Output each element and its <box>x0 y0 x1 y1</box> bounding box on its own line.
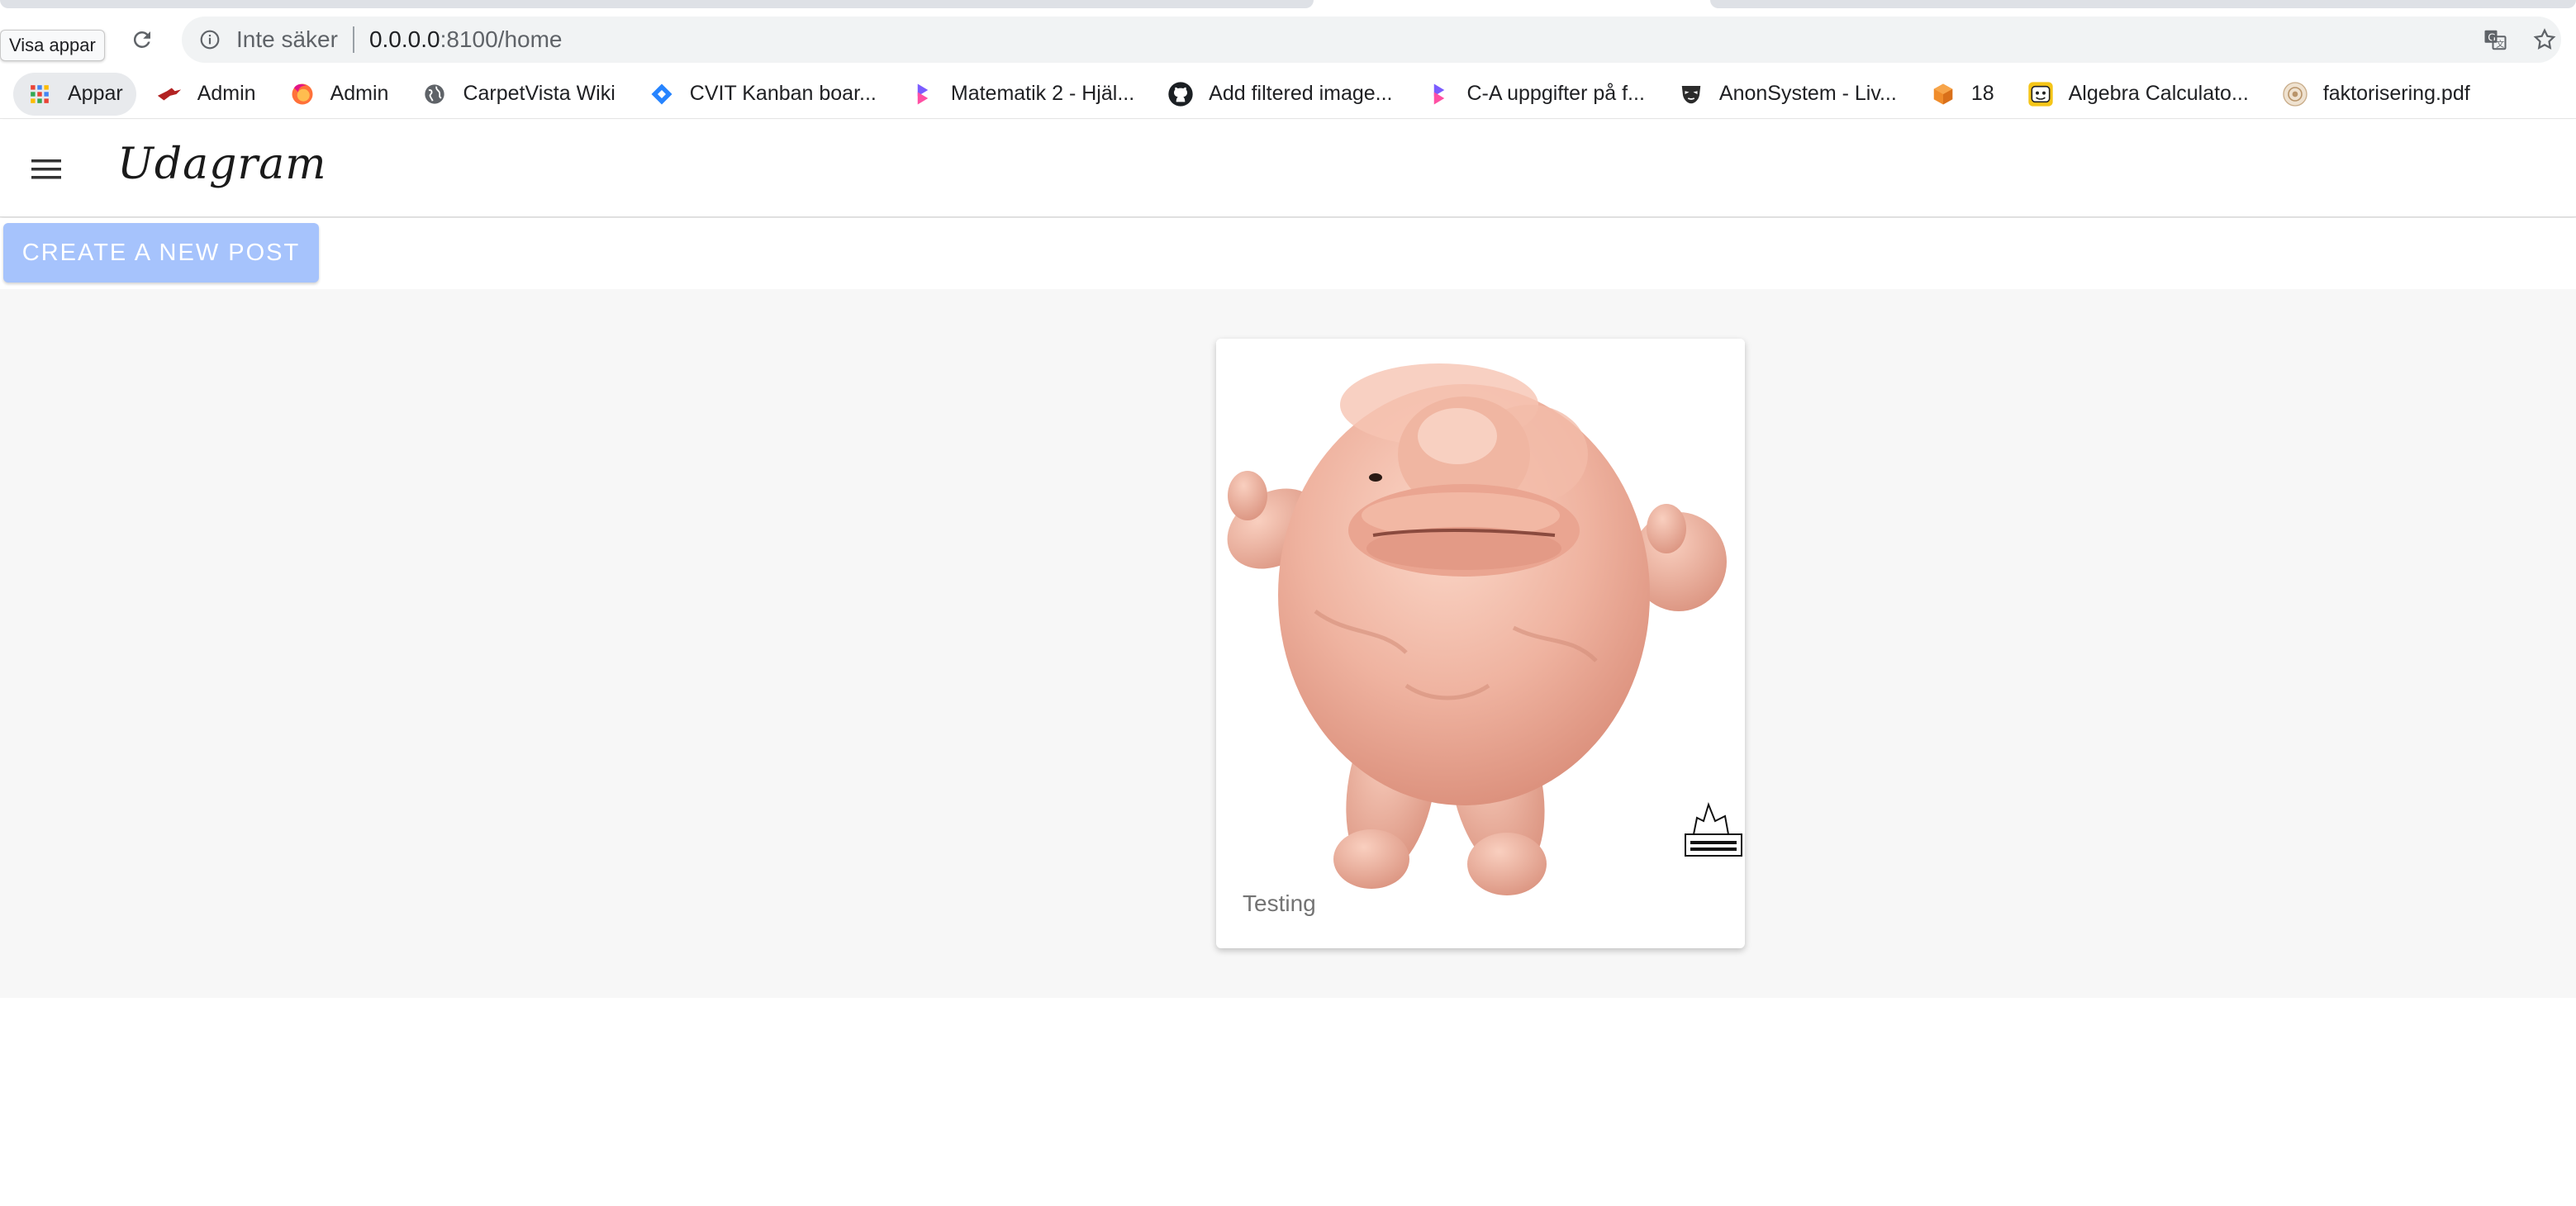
tab-strip <box>0 0 2576 10</box>
bookmark-label: faktorisering.pdf <box>2322 82 2470 105</box>
url-text[interactable]: 0.0.0.0:8100/home <box>369 26 563 53</box>
feed: Testing <box>0 289 2576 998</box>
calculator-icon <box>2027 81 2054 107</box>
bookmark-label: Add filtered image... <box>1209 82 1393 105</box>
bookmark-label: 18 <box>1970 82 1994 105</box>
bookmark-label: AnonSystem - Liv... <box>1718 82 1897 105</box>
bookmark-c-a-uppgifter[interactable]: C-A uppgifter på f... <box>1413 73 1658 116</box>
apps-grid-icon <box>26 81 53 107</box>
bookmark-matematik-2[interactable]: Matematik 2 - Hjäl... <box>896 73 1148 116</box>
bookmark-flag-icon <box>1426 81 1452 107</box>
globe-icon <box>421 81 448 107</box>
bookmark-label: Algebra Calculato... <box>2068 82 2249 105</box>
translate-icon[interactable]: G文 <box>2479 23 2512 56</box>
apps-tooltip: Visa appar <box>0 30 105 61</box>
reload-button[interactable] <box>121 18 164 61</box>
browser-tab-left[interactable] <box>0 0 1314 8</box>
bookmark-flag-icon <box>910 81 936 107</box>
menu-button[interactable] <box>23 146 69 192</box>
post-image[interactable] <box>1216 339 1745 909</box>
mask-icon <box>1678 81 1704 107</box>
bookmark-anonsystem[interactable]: AnonSystem - Liv... <box>1665 73 1910 116</box>
bookmark-label: CVIT Kanban boar... <box>689 82 877 105</box>
bookmark-cvit-kanban[interactable]: CVIT Kanban boar... <box>635 73 890 116</box>
app-header: Udagram <box>0 120 2576 217</box>
reload-icon <box>133 31 150 48</box>
bookmark-faktorisering-pdf[interactable]: faktorisering.pdf <box>2269 73 2483 116</box>
pdf-icon <box>2282 81 2308 107</box>
cube-icon <box>1930 81 1956 107</box>
info-icon[interactable] <box>198 28 221 51</box>
browser-tab-right[interactable] <box>1710 0 2576 8</box>
bookmarks-bar: Appar Admin Admin CarpetVista Wiki CVIT … <box>0 69 2576 119</box>
feed-card[interactable]: Testing <box>1216 339 1745 948</box>
bookmark-label: C-A uppgifter på f... <box>1466 82 1645 105</box>
bookmark-label: CarpetVista Wiki <box>463 82 615 105</box>
bird-icon <box>156 81 183 107</box>
bookmark-admin-2[interactable]: Admin <box>276 73 402 116</box>
omnibox-separator <box>352 26 354 53</box>
bookmark-label: Matematik 2 - Hjäl... <box>950 82 1135 105</box>
bookmark-appar[interactable]: Appar <box>13 72 136 116</box>
svg-text:文: 文 <box>2496 39 2504 50</box>
security-indicator[interactable]: Inte säker <box>236 26 338 53</box>
bookmark-admin-1[interactable]: Admin <box>143 73 269 116</box>
jira-icon <box>649 81 675 107</box>
bookmark-label: Admin <box>197 82 256 105</box>
address-bar[interactable]: Inte säker 0.0.0.0:8100/home G文 <box>182 17 2561 63</box>
app-title: Udagram <box>117 140 327 189</box>
action-bar: CREATE A NEW POST <box>0 218 2576 289</box>
firefox-icon <box>289 81 316 107</box>
omnibox-actions: G文 <box>2479 17 2561 63</box>
browser-toolbar: Inte säker 0.0.0.0:8100/home G文 <box>0 10 2576 69</box>
create-new-post-button[interactable]: CREATE A NEW POST <box>3 223 319 283</box>
bookmark-18[interactable]: 18 <box>1917 73 2008 116</box>
star-icon[interactable] <box>2528 23 2561 56</box>
url-path: :8100/home <box>440 26 563 52</box>
github-icon <box>1167 81 1194 107</box>
bookmark-label: Appar <box>68 82 123 105</box>
bookmark-label: Admin <box>330 82 389 105</box>
url-host: 0.0.0.0 <box>368 26 440 52</box>
bookmark-algebra-calculator[interactable]: Algebra Calculato... <box>2014 73 2262 116</box>
post-caption: Testing <box>1243 890 1316 916</box>
bookmark-carpetvista-wiki[interactable]: CarpetVista Wiki <box>408 73 628 116</box>
hamburger-icon <box>31 159 61 179</box>
bookmark-add-filtered-image[interactable]: Add filtered image... <box>1154 73 1405 116</box>
